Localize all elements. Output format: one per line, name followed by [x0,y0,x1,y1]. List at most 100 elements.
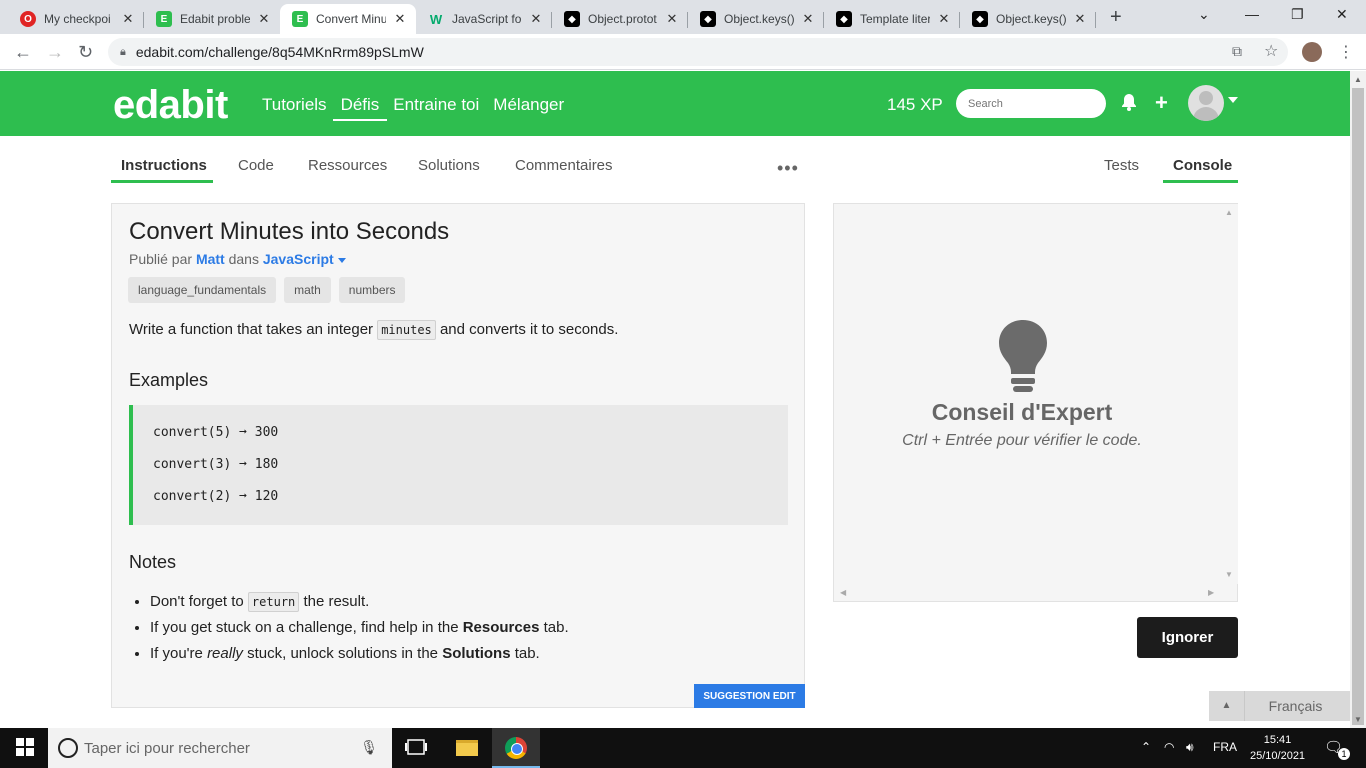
browser-tab[interactable]: ◆ Object.keys() ✕ [960,4,1096,34]
microphone-icon[interactable]: 🎙︎ [360,739,378,756]
language-label: JavaScript [262,251,334,267]
wifi-icon[interactable]: ◠ [1164,740,1174,754]
tag[interactable]: numbers [338,277,406,303]
search-icon [58,738,78,758]
scroll-down-icon[interactable]: ▼ [1225,570,1233,579]
volume-icon[interactable]: 🔊︎ [1186,740,1194,755]
url-bar[interactable]: 🔒︎ edabit.com/challenge/8q54MKnRrm89pSLm… [108,38,1288,66]
horizontal-scrollbar[interactable]: ◀ ▶ [834,584,1220,602]
close-icon[interactable]: ✕ [392,11,408,27]
browser-tab-active[interactable]: E Convert Minu ✕ [280,4,416,34]
close-icon[interactable]: ✕ [120,11,136,27]
close-icon[interactable]: ✕ [800,11,816,27]
tab-title: Object.protot [588,12,657,26]
taskbar-clock[interactable]: 15:41 25/10/2021 [1250,732,1305,764]
tag[interactable]: language_fundamentals [128,277,277,303]
close-icon[interactable]: ✕ [1072,11,1088,27]
tab-tests[interactable]: Tests [1104,157,1139,174]
file-explorer-icon[interactable] [456,740,478,756]
scroll-up-icon[interactable]: ▲ [1354,75,1362,84]
search-input[interactable] [956,89,1106,118]
nav-entraine-toi[interactable]: Entraine toi [393,95,479,121]
windows-taskbar: Taper ici pour rechercher 🎙︎ ⌃ ◠ 🔊︎ FRA … [0,728,1366,768]
edabit-logo[interactable]: edabit [113,83,228,128]
profile-avatar-icon[interactable] [1302,42,1322,62]
tab-code[interactable]: Code [238,157,274,174]
tag[interactable]: math [284,277,331,303]
bell-icon[interactable] [1121,93,1137,116]
challenge-description: Write a function that takes an integer m… [129,320,618,340]
opera-icon: O [20,11,36,27]
scroll-down-icon[interactable]: ▼ [1354,715,1362,724]
notes-list: Don't forget to return the result. If yo… [150,592,569,671]
tab-title: Edabit proble [180,12,250,26]
browser-tab[interactable]: W JavaScript for ✕ [416,4,552,34]
scroll-up-icon[interactable]: ▲ [1225,208,1233,217]
taskbar-search-box[interactable]: Taper ici pour rechercher 🎙︎ [48,728,392,768]
tab-ressources[interactable]: Ressources [308,157,387,174]
suggestion-edit-button[interactable]: SUGGESTION EDIT [694,684,805,708]
mdn-icon: ◆ [836,11,852,27]
browser-tab[interactable]: ◆ Template liter ✕ [824,4,960,34]
examples-code-block: convert(5) ➞ 300 convert(3) ➞ 180 conver… [129,405,788,525]
close-icon[interactable]: ✕ [528,11,544,27]
language-label: Français [1268,698,1323,714]
tab-search-icon[interactable]: ⌄ [1198,6,1210,23]
language-selector[interactable]: ▲ Français [1209,691,1350,721]
browser-tab[interactable]: O My checkpoi ✕ [8,4,144,34]
console-panel: Conseil d'Expert Ctrl + Entrée pour véri… [833,203,1238,602]
page-scrollbar[interactable]: ▲ ▼ [1350,71,1366,728]
tab-title: Object.keys() [996,12,1066,26]
notification-count-badge: 1 [1338,748,1350,760]
list-item: If you're really stuck, unlock solutions… [150,645,569,662]
main-nav: Tutoriels Défis Entraine toi Mélanger [262,95,578,121]
nav-tutoriels[interactable]: Tutoriels [262,95,327,121]
browser-tab-strip: O My checkpoi ✕ E Edabit proble ✕ E Conv… [0,0,1366,34]
edabit-icon: E [156,11,172,27]
translate-icon[interactable]: ⧉ [1232,43,1242,60]
chevron-down-icon[interactable] [1228,97,1238,103]
windows-start-icon[interactable] [16,738,34,761]
close-icon[interactable]: ✕ [664,11,680,27]
minimize-icon[interactable]: — [1245,6,1259,22]
ignore-button[interactable]: Ignorer [1137,617,1238,658]
tip-subtitle: Ctrl + Entrée pour vérifier le code. [902,432,1142,449]
browser-tab[interactable]: ◆ Object.keys() ✕ [688,4,824,34]
task-view-icon[interactable] [405,738,427,761]
restore-icon[interactable]: ❐ [1291,6,1304,23]
nav-melanger[interactable]: Mélanger [493,95,564,121]
url-text: edabit.com/challenge/8q54MKnRrm89pSLmW [135,44,424,60]
chrome-icon[interactable] [505,737,527,759]
bookmark-star-icon[interactable]: ☆ [1264,41,1278,61]
vertical-scrollbar[interactable]: ▲ ▼ [1220,204,1238,584]
scrollbar-thumb[interactable] [1352,88,1364,725]
language-dropdown[interactable]: JavaScript [263,251,346,267]
lock-icon: 🔒︎ [120,45,126,58]
tab-commentaires[interactable]: Commentaires [515,157,613,174]
close-icon[interactable]: ✕ [256,11,272,27]
tab-solutions[interactable]: Solutions [418,157,480,174]
more-options-icon[interactable]: ••• [777,158,799,179]
forward-icon[interactable]: → [46,42,64,63]
user-avatar[interactable] [1188,85,1224,121]
browser-tab[interactable]: E Edabit proble ✕ [144,4,280,34]
tab-console[interactable]: Console [1173,157,1232,174]
close-icon[interactable]: ✕ [936,11,952,27]
scroll-left-icon[interactable]: ◀ [840,588,846,597]
reload-icon[interactable]: ↻ [78,42,93,63]
window-close-icon[interactable]: ✕ [1336,6,1348,23]
nav-defis[interactable]: Défis [332,95,388,121]
tab-instructions[interactable]: Instructions [121,157,207,174]
chevron-up-icon[interactable]: ⌃ [1141,740,1151,754]
new-tab-icon[interactable]: + [1110,6,1122,29]
input-language[interactable]: FRA [1213,740,1237,754]
plus-icon[interactable]: + [1155,90,1168,116]
list-item: Don't forget to return the result. [150,592,569,612]
browser-tab[interactable]: ◆ Object.protot ✕ [552,4,688,34]
scroll-right-icon[interactable]: ▶ [1208,588,1214,597]
xp-counter[interactable]: 145 XP [887,95,943,115]
author-link[interactable]: Matt [196,251,225,267]
browser-menu-icon[interactable]: ⋮ [1338,42,1354,62]
mdn-icon: ◆ [972,11,988,27]
back-icon[interactable]: ← [14,42,32,63]
